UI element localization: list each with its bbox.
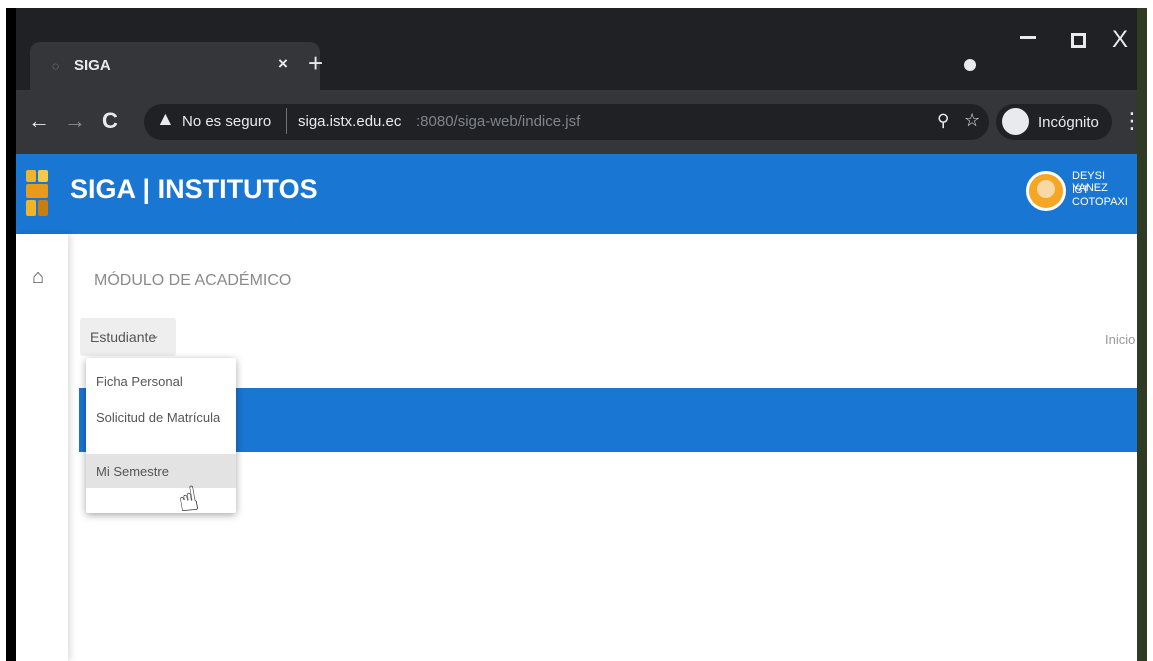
browser-tab[interactable]: ◌ SIGA × — [30, 42, 320, 90]
incognito-badge[interactable]: Incógnito — [996, 104, 1112, 140]
background-strip — [1137, 8, 1147, 661]
incognito-icon — [1002, 108, 1029, 135]
section-banner — [79, 388, 1141, 452]
incognito-indicator-icon — [964, 59, 976, 71]
security-label[interactable]: No es seguro — [182, 113, 271, 130]
menu-item-mi-semestre[interactable]: Mi Semestre — [86, 454, 236, 488]
forward-icon[interactable]: → — [64, 108, 86, 134]
user-institute: IST COTOPAXI — [1072, 184, 1128, 208]
browser-chrome: ◌ SIGA × + X ← → C ▲ No es seguro siga.i… — [16, 8, 1143, 154]
new-tab-button[interactable]: + — [308, 48, 323, 79]
warning-icon: ▲ — [156, 109, 175, 130]
app-header: SIGA | INSTITUTOS DEYSI YANEZ IST COTOPA… — [16, 154, 1137, 234]
home-icon[interactable]: ⌂ — [32, 266, 44, 289]
back-icon[interactable]: ← — [28, 108, 50, 134]
maximize-icon[interactable] — [1071, 33, 1086, 48]
breadcrumb[interactable]: Inicio — [1105, 332, 1135, 347]
close-window-icon[interactable]: X — [1112, 26, 1128, 54]
search-icon[interactable]: ⚲ — [937, 111, 949, 131]
url-host[interactable]: siga.istx.edu.ec — [298, 113, 401, 130]
menu-button-label: Estudiante — [90, 329, 157, 345]
side-rail: ⌂ — [16, 234, 68, 661]
minimize-icon[interactable] — [1020, 36, 1036, 39]
estudiante-dropdown-menu: Ficha Personal Solicitud de Matrícula Mi… — [86, 358, 236, 513]
chevron-down-icon: ⌄ — [150, 328, 161, 342]
siga-logo-icon — [26, 170, 48, 216]
tab-close-icon[interactable]: × — [278, 54, 288, 74]
url-path[interactable]: :8080/siga-web/indice.jsf — [416, 113, 580, 130]
avatar[interactable] — [1026, 171, 1066, 211]
estudiante-menu-button[interactable]: Estudiante ⌄ — [80, 318, 176, 356]
menu-item-solicitud-matricula[interactable]: Solicitud de Matrícula — [86, 400, 236, 434]
menu-item-ficha-personal[interactable]: Ficha Personal — [86, 364, 236, 398]
star-icon[interactable]: ☆ — [964, 110, 980, 131]
browser-toolbar: ← → C ▲ No es seguro siga.istx.edu.ec :8… — [16, 90, 1143, 154]
tab-title: SIGA — [74, 57, 111, 74]
incognito-label: Incógnito — [1038, 114, 1099, 131]
main-content: ⌂ MÓDULO DE ACADÉMICO Estudiante ⌄ Inici… — [16, 234, 1141, 661]
address-bar[interactable]: ▲ No es seguro siga.istx.edu.ec :8080/si… — [144, 104, 989, 140]
page-title: MÓDULO DE ACADÉMICO — [94, 272, 292, 289]
url-divider — [286, 108, 287, 134]
globe-icon: ◌ — [52, 59, 60, 73]
reload-icon[interactable]: C — [102, 108, 118, 134]
screenshot-frame: ◌ SIGA × + X ← → C ▲ No es seguro siga.i… — [6, 8, 1147, 661]
content-panel — [94, 464, 1124, 654]
app-brand-title: SIGA | INSTITUTOS — [70, 174, 318, 204]
